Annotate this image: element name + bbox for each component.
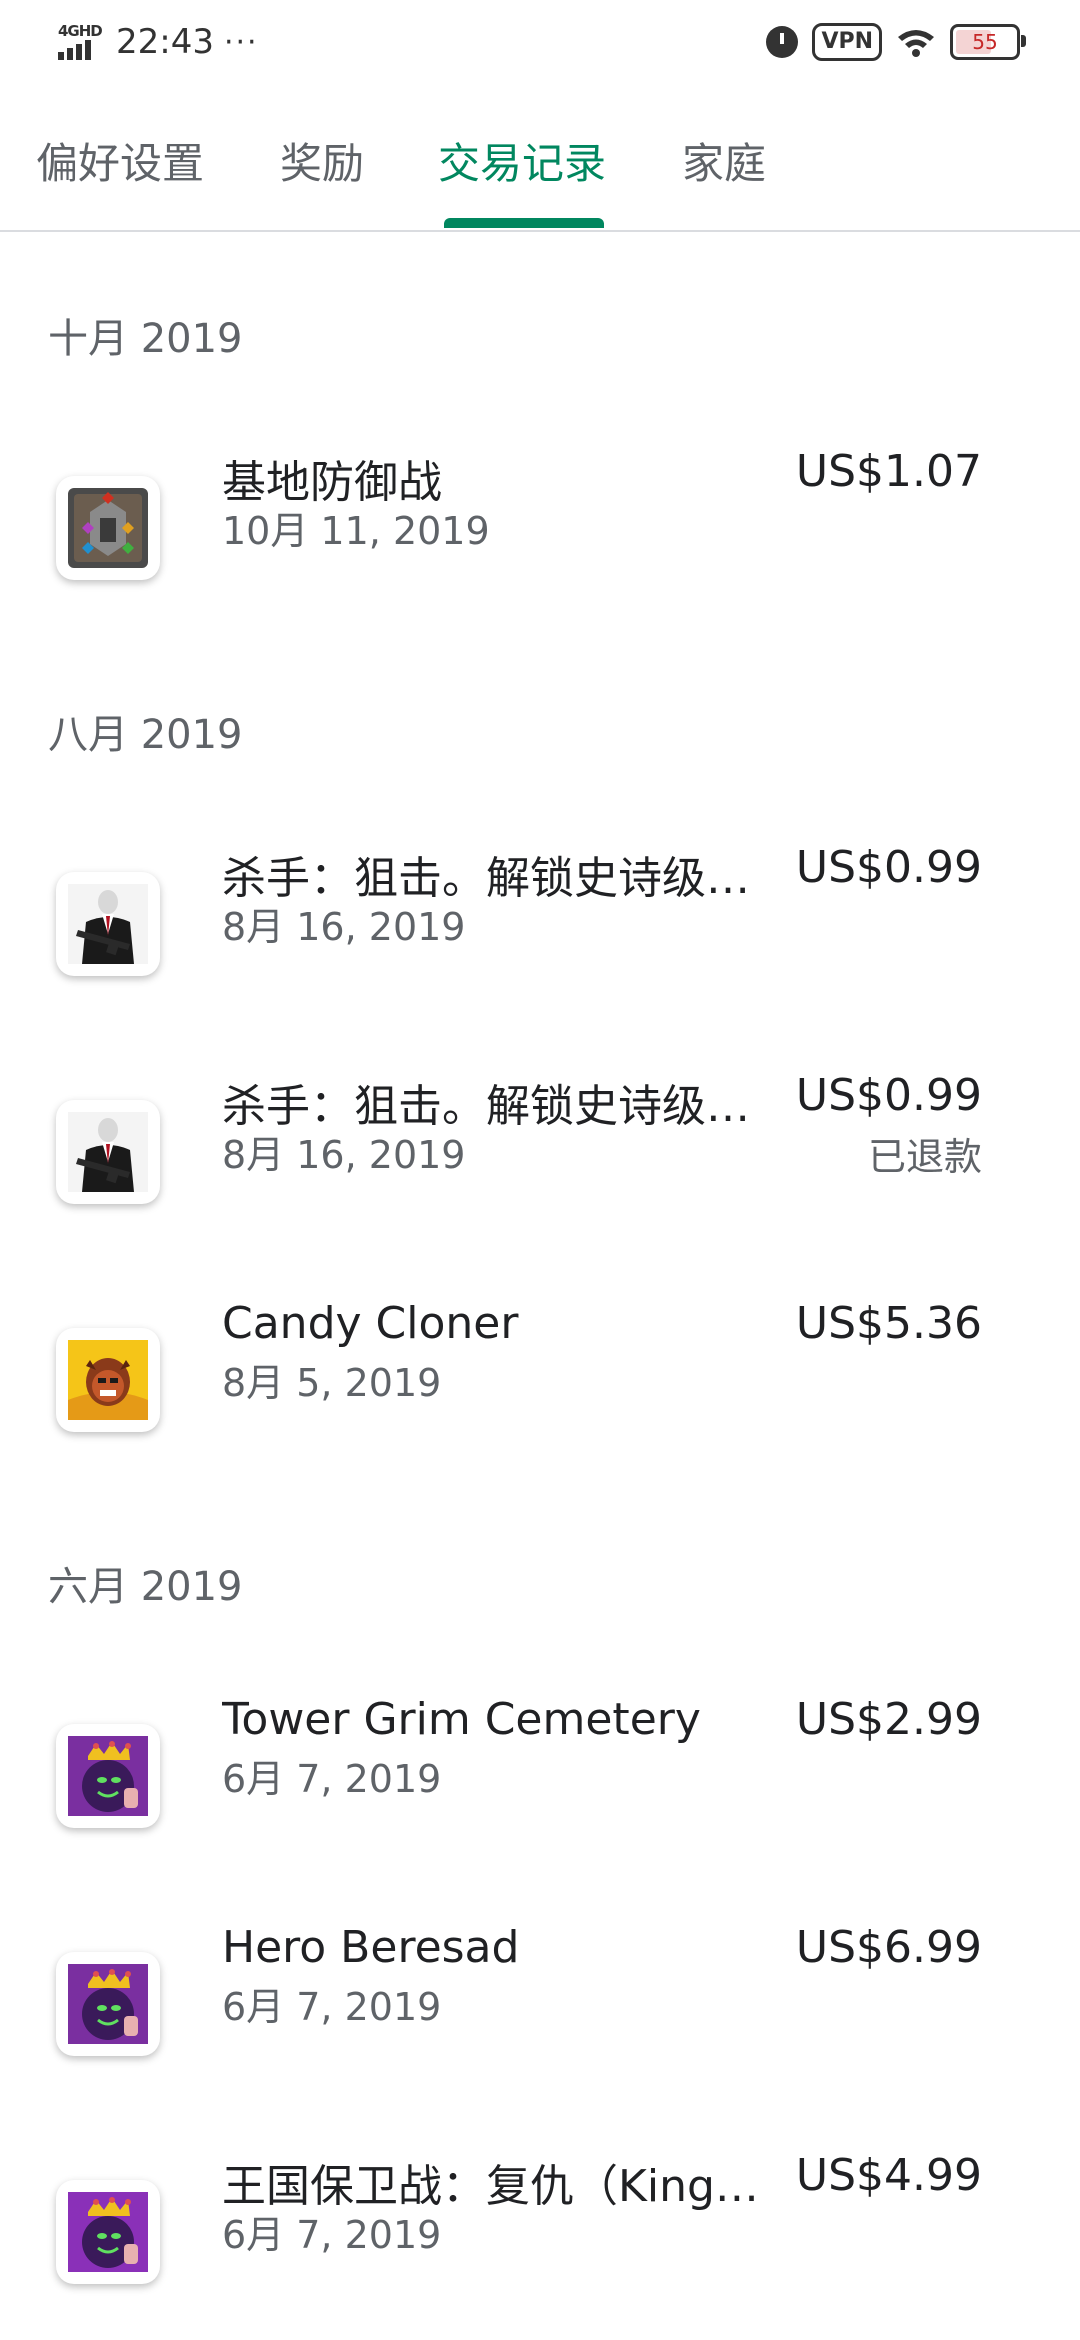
- tab-preferences[interactable]: 偏好设置: [36, 130, 204, 191]
- section-header-june: 六月 2019: [48, 1564, 243, 1610]
- more-notifications-icon: ···: [223, 24, 259, 60]
- transaction-item[interactable]: 王国保卫战：复仇（King… 6月 7, 2019 US$4.99: [0, 2150, 1080, 2300]
- status-bar: 4GHD 22:43 ··· VPN 55: [0, 0, 1080, 84]
- item-date: 6月 7, 2019: [222, 2213, 442, 2257]
- item-price: US$2.99: [795, 1694, 982, 1745]
- vpn-icon: VPN: [812, 23, 882, 61]
- item-date: 8月 16, 2019: [222, 1133, 466, 1177]
- transaction-item[interactable]: 杀手：狙击。解锁史诗级… 8月 16, 2019 US$0.99 已退款: [0, 1070, 1080, 1220]
- item-title: Candy Cloner: [222, 1298, 519, 1349]
- refund-status: 已退款: [867, 1135, 982, 1179]
- status-bar-right: VPN 55: [766, 20, 1026, 64]
- kingdom-rush-icon: [56, 1724, 160, 1828]
- status-bar-left: 4GHD 22:43 ···: [58, 18, 259, 66]
- item-price: US$6.99: [795, 1922, 982, 1973]
- alarm-icon: [766, 26, 799, 58]
- battery-icon: 55: [950, 24, 1026, 60]
- fortress-game-icon: [56, 476, 160, 580]
- transaction-item[interactable]: Candy Cloner 8月 5, 2019 US$5.36: [0, 1298, 1080, 1448]
- battery-level: 55: [972, 30, 998, 54]
- wifi-icon: [898, 30, 934, 57]
- hitman-sniper-icon: [56, 1100, 160, 1204]
- item-price: US$4.99: [795, 2150, 982, 2201]
- kingdom-rush-icon: [56, 2180, 160, 2284]
- transaction-item[interactable]: Hero Beresad 6月 7, 2019 US$6.99: [0, 1922, 1080, 2072]
- item-date: 8月 5, 2019: [222, 1361, 442, 1405]
- item-date: 6月 7, 2019: [222, 1985, 442, 2029]
- transaction-item[interactable]: Tower Grim Cemetery 6月 7, 2019 US$2.99: [0, 1694, 1080, 1844]
- network-type: 4GHD: [58, 22, 103, 40]
- item-title: Tower Grim Cemetery: [222, 1694, 701, 1745]
- tab-family[interactable]: 家庭: [682, 130, 766, 191]
- item-price: US$0.99: [795, 1070, 982, 1121]
- active-tab-indicator: [444, 218, 604, 228]
- candy-cloner-icon: [56, 1328, 160, 1432]
- item-date: 8月 16, 2019: [222, 905, 466, 949]
- item-title: Hero Beresad: [222, 1922, 520, 1973]
- tab-transactions[interactable]: 交易记录: [438, 130, 606, 191]
- signal-icon: 4GHD: [58, 22, 103, 62]
- item-price: US$1.07: [795, 446, 982, 497]
- section-header-august: 八月 2019: [48, 712, 243, 758]
- clock: 22:43: [116, 22, 214, 62]
- item-date: 6月 7, 2019: [222, 1757, 442, 1801]
- section-header-october: 十月 2019: [48, 316, 243, 362]
- transaction-item[interactable]: 杀手：狙击。解锁史诗级… 8月 16, 2019 US$0.99: [0, 842, 1080, 992]
- item-date: 10月 11, 2019: [222, 509, 490, 553]
- kingdom-rush-icon: [56, 1952, 160, 2056]
- item-price: US$5.36: [795, 1298, 982, 1349]
- item-price: US$0.99: [795, 842, 982, 893]
- tab-rewards[interactable]: 奖励: [280, 130, 364, 191]
- transaction-item[interactable]: 基地防御战 10月 11, 2019 US$1.07: [0, 446, 1080, 596]
- tab-bar: 偏好设置 奖励 交易记录 家庭: [0, 100, 1080, 232]
- hitman-sniper-icon: [56, 872, 160, 976]
